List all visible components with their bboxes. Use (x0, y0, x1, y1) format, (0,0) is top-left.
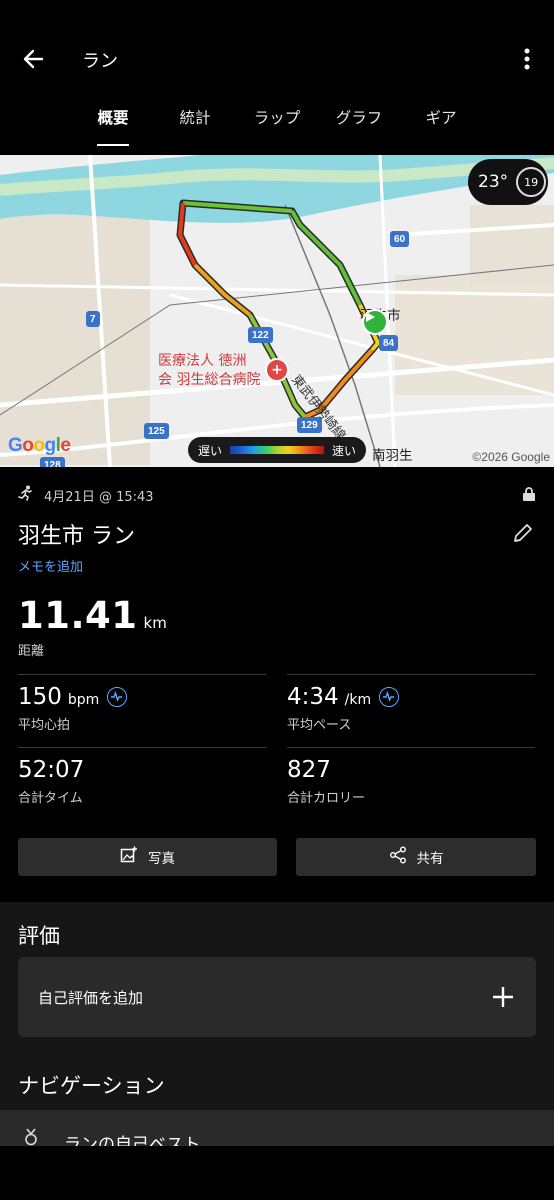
rating-section: 評価 自己評価を追加 (0, 902, 554, 1052)
rating-title: 評価 (18, 924, 60, 948)
more-options-icon[interactable] (512, 44, 542, 74)
map-canvas (0, 155, 554, 467)
divider (18, 674, 266, 675)
photo-button-label: 写真 (148, 851, 175, 867)
road-number-badge: 84 (379, 335, 399, 351)
tab-laps[interactable]: ラップ (237, 106, 317, 128)
add-photo-icon (120, 846, 138, 868)
hospital-pin-icon[interactable]: + (265, 358, 289, 382)
navigation-section: ナビゲーション ランの自己ベスト (0, 1052, 554, 1155)
edit-pencil-icon[interactable] (512, 522, 536, 546)
avg-hr-value: 150 (18, 684, 62, 710)
divider (287, 674, 535, 675)
nav-item-personal-best[interactable]: ランの自己ベスト (0, 1110, 554, 1155)
share-icon (389, 846, 407, 868)
road-number-badge: 122 (248, 327, 273, 343)
tab-stats[interactable]: 統計 (155, 106, 235, 128)
map-copyright: ©2026 Google (472, 450, 550, 464)
road-number-badge: 125 (144, 423, 169, 439)
share-button-label: 共有 (416, 851, 444, 867)
add-self-rating-card[interactable]: 自己評価を追加 (18, 957, 536, 1037)
legend-fast-label: 速い (331, 443, 356, 458)
calories-value: 827 (287, 757, 331, 783)
distance-unit: km (143, 614, 167, 632)
legend-slow-label: 遅い (198, 443, 223, 458)
speed-legend: 遅い 速い (188, 437, 366, 463)
page-title: ラン (82, 51, 118, 72)
divider (18, 747, 266, 748)
google-logo: Google (8, 435, 71, 456)
station-label: 南羽生 (372, 448, 413, 464)
weather-ring-value: 19 (524, 175, 539, 189)
share-button[interactable]: 共有 (296, 838, 536, 876)
avg-pace-label: 平均ペース (287, 718, 352, 733)
add-self-rating-label: 自己評価を追加 (38, 989, 144, 1007)
hospital-label-line: 医療法人 徳洲 (158, 353, 247, 369)
avg-hr-label: 平均心拍 (18, 718, 71, 733)
bottom-system-bar (0, 1146, 554, 1200)
total-time-label: 合計タイム (18, 791, 83, 806)
tab-overview[interactable]: 概要 (73, 106, 153, 128)
active-tab-indicator (97, 144, 129, 146)
avg-pace-value: 4:34 (287, 684, 339, 710)
road-number-badge: 7 (86, 311, 100, 327)
heart-rate-wave-icon[interactable] (107, 687, 128, 707)
divider (287, 747, 535, 748)
activity-datetime: 4月21日 @ 15:43 (44, 489, 154, 505)
lock-icon[interactable] (522, 486, 536, 506)
back-arrow-icon[interactable] (18, 44, 48, 74)
distance-value: 11.41 km (18, 594, 167, 637)
navigation-title: ナビゲーション (18, 1074, 165, 1098)
plus-icon[interactable] (490, 984, 516, 1010)
avg-hr-unit: bpm (67, 692, 100, 708)
tab-gear[interactable]: ギア (401, 106, 481, 128)
hospital-label: 医療法人 徳洲 会 羽生総合病院 (158, 352, 260, 390)
road-number-badge: 128 (40, 457, 65, 467)
hospital-label-line: 会 羽生総合病院 (158, 372, 261, 388)
photo-button[interactable]: 写真 (18, 838, 277, 876)
road-number-badge: 60 (390, 231, 410, 247)
calories-label: 合計カロリー (287, 791, 366, 806)
temperature: 23° (478, 172, 509, 192)
weather-ring-icon: 19 (516, 167, 547, 197)
activity-meta: 4月21日 @ 15:43 (18, 484, 536, 506)
tab-graph[interactable]: グラフ (319, 106, 399, 128)
total-time-value: 52:07 (18, 757, 85, 783)
top-app-bar: ラン (0, 0, 554, 120)
speed-gradient-bar (230, 446, 324, 454)
distance-label: 距離 (18, 644, 45, 659)
tab-bar: 概要 統計 ラップ グラフ ギア (0, 106, 554, 150)
add-memo-link[interactable]: メモを追加 (18, 556, 83, 575)
activity-title: 羽生市 ラン (18, 524, 135, 549)
weather-badge: 23° 19 (468, 159, 548, 205)
pace-wave-icon[interactable] (379, 687, 400, 707)
start-marker-icon (362, 309, 388, 335)
distance-number: 11.41 (18, 594, 138, 637)
avg-pace-unit: /km (344, 692, 372, 708)
route-map[interactable]: 60 7 122 84 129 125 128 羽生市 南羽生 東武伊勢崎線 医… (0, 155, 554, 467)
running-icon (18, 485, 34, 505)
